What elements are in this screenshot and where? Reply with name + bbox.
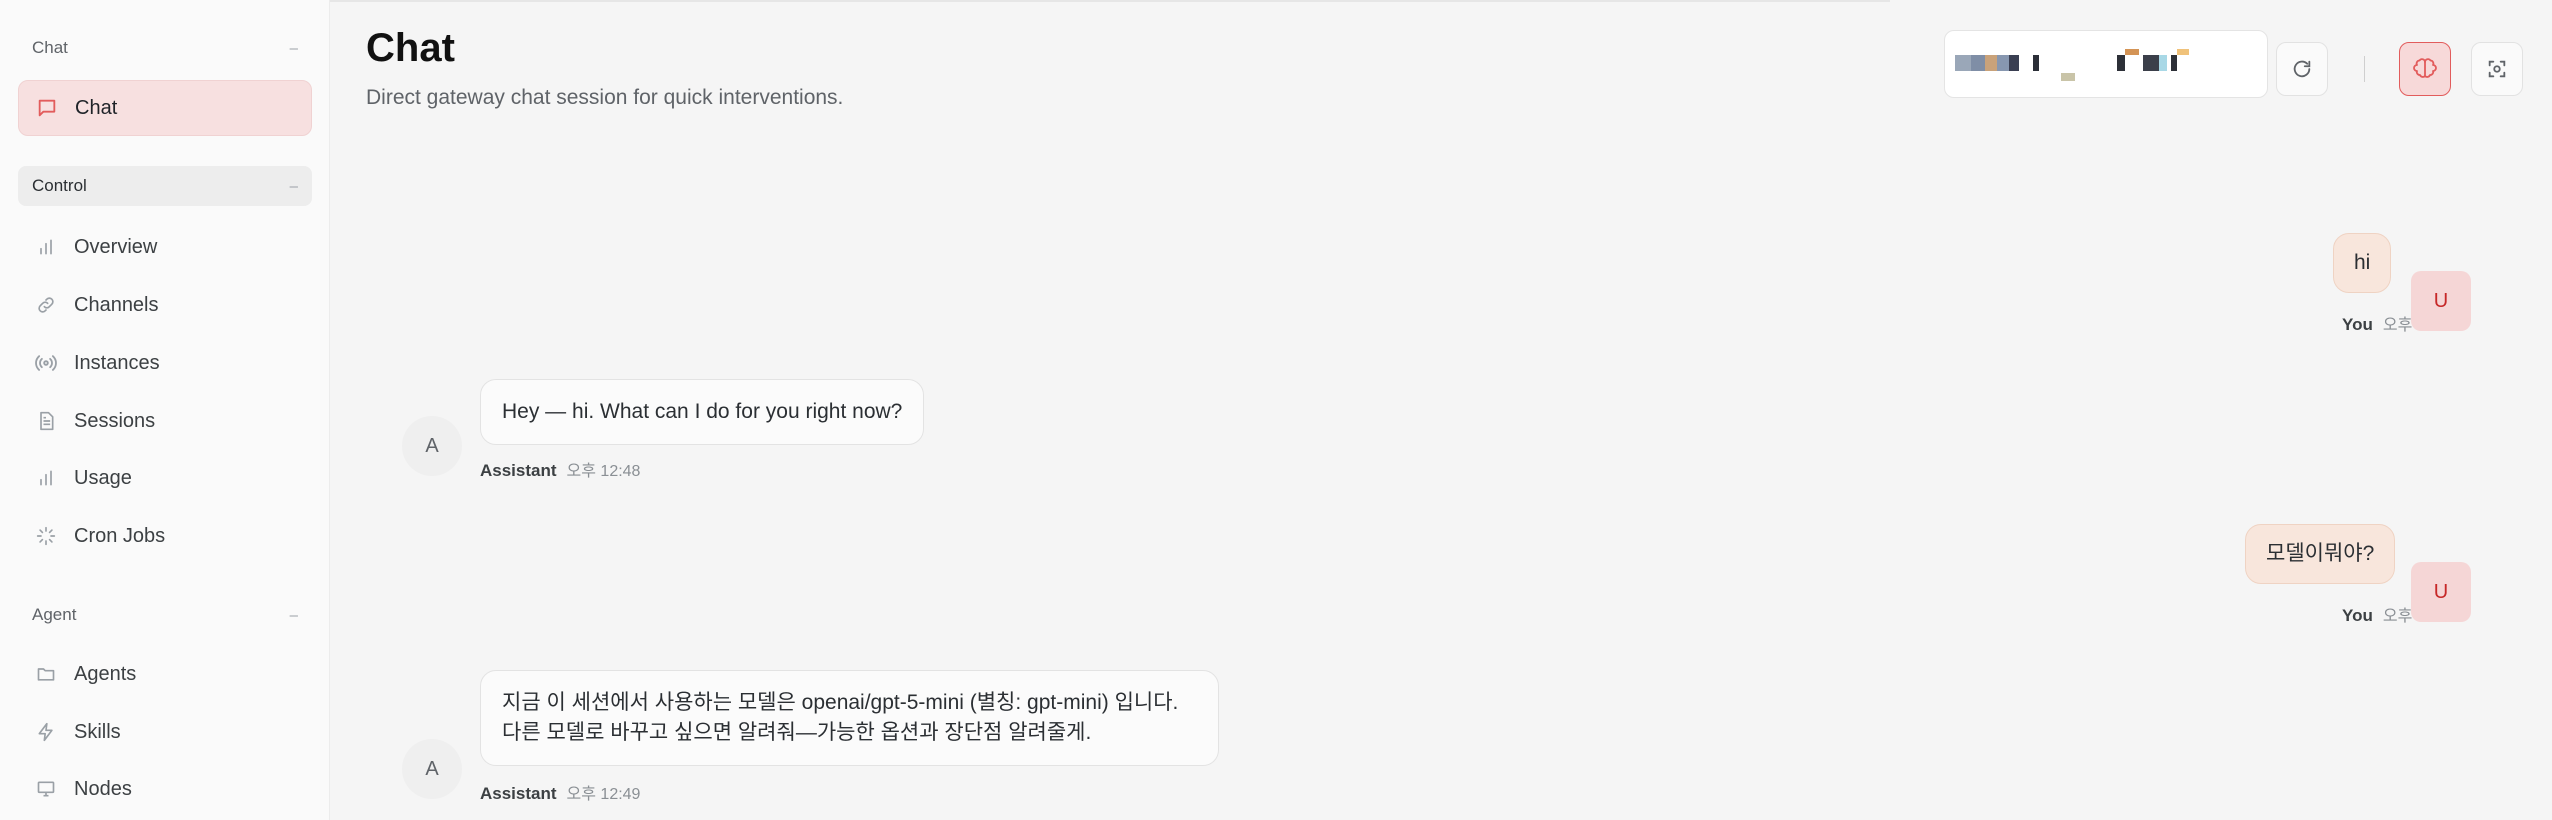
radio-icon bbox=[34, 351, 58, 375]
toolbar-divider bbox=[2364, 56, 2365, 82]
brain-icon bbox=[2413, 57, 2437, 81]
assistant-message-bubble: Hey — hi. What can I do for you right no… bbox=[480, 379, 925, 445]
sidebar-item-label: Skills bbox=[74, 720, 121, 743]
folder-icon bbox=[34, 662, 58, 686]
sidebar-item-sessions[interactable]: Sessions bbox=[18, 393, 312, 449]
sender-name: Assistant bbox=[480, 784, 557, 803]
user-message-bubble: hi bbox=[2333, 233, 2392, 293]
message-text: hi bbox=[2354, 251, 2371, 274]
zap-icon bbox=[34, 720, 58, 744]
message-time: 오후 12:49 bbox=[566, 786, 641, 803]
assistant-avatar: A bbox=[402, 416, 462, 476]
divider bbox=[330, 0, 1890, 2]
refresh-button[interactable] bbox=[2276, 42, 2328, 96]
group-label: Agent bbox=[32, 605, 77, 624]
sidebar-item-channels[interactable]: Channels bbox=[18, 277, 312, 333]
sender-name: Assistant bbox=[480, 461, 557, 480]
focus-mode-button[interactable] bbox=[2471, 42, 2523, 96]
collapse-icon[interactable]: – bbox=[290, 178, 298, 195]
focus-icon bbox=[2486, 58, 2508, 80]
sender-name: You bbox=[2342, 606, 2373, 625]
sidebar-item-usage[interactable]: Usage bbox=[18, 450, 312, 506]
sidebar: Chat – Chat Control – Overview Channels bbox=[0, 0, 330, 820]
file-text-icon bbox=[34, 409, 58, 433]
assistant-message-bubble: 지금 이 세션에서 사용하는 모델은 openai/gpt-5-mini (별칭… bbox=[480, 670, 1219, 766]
main-content: Chat Direct gateway chat session for qui… bbox=[330, 0, 2552, 820]
group-header-agent[interactable]: Agent – bbox=[18, 595, 312, 635]
session-select[interactable] bbox=[1944, 30, 2268, 98]
group-header-control[interactable]: Control – bbox=[18, 166, 312, 206]
group-label: Control bbox=[32, 176, 87, 195]
assistant-avatar: A bbox=[402, 739, 462, 799]
sender-name: You bbox=[2342, 315, 2373, 334]
user-message-bubble: 모델이뭐야? bbox=[2245, 524, 2396, 584]
sidebar-item-chat[interactable]: Chat bbox=[18, 80, 312, 136]
sidebar-item-nodes[interactable]: Nodes bbox=[18, 761, 312, 817]
sidebar-item-cron-jobs[interactable]: Cron Jobs bbox=[18, 508, 312, 564]
sidebar-item-label: Agents bbox=[74, 662, 137, 685]
sidebar-item-label: Sessions bbox=[74, 409, 156, 432]
sidebar-item-overview[interactable]: Overview bbox=[18, 219, 312, 275]
message-square-icon bbox=[35, 96, 59, 120]
message-text: 모델이뭐야? bbox=[2266, 542, 2375, 565]
collapse-icon[interactable]: – bbox=[290, 607, 298, 624]
user-avatar: U bbox=[2411, 562, 2471, 622]
sidebar-item-label: Nodes bbox=[74, 777, 132, 800]
sidebar-item-label: Instances bbox=[74, 351, 160, 374]
sidebar-item-skills[interactable]: Skills bbox=[18, 704, 312, 760]
thinking-toggle-button[interactable] bbox=[2399, 42, 2451, 96]
bar-chart-icon bbox=[34, 466, 58, 490]
group-header-chat[interactable]: Chat – bbox=[18, 28, 312, 68]
sidebar-item-label: Usage bbox=[74, 466, 132, 489]
sidebar-item-label: Chat bbox=[75, 96, 118, 119]
sidebar-item-agents[interactable]: Agents bbox=[18, 646, 312, 702]
message-text-line: 다른 모델로 바꾸고 싶으면 알려줘—가능한 옵션과 장단점 알려줄게. bbox=[502, 721, 1092, 744]
sidebar-item-label: Channels bbox=[74, 293, 159, 316]
group-label: Chat bbox=[32, 38, 68, 57]
sidebar-item-label: Cron Jobs bbox=[74, 524, 166, 547]
sidebar-item-label: Overview bbox=[74, 235, 158, 258]
message-time: 오후 12:48 bbox=[566, 463, 641, 480]
page-subtitle: Direct gateway chat session for quick in… bbox=[366, 86, 844, 109]
monitor-icon bbox=[34, 777, 58, 801]
loader-icon bbox=[34, 524, 58, 548]
collapse-icon[interactable]: – bbox=[290, 40, 298, 57]
bar-chart-icon bbox=[34, 235, 58, 259]
page-title: Chat bbox=[366, 26, 455, 70]
message-meta: Assistant 오후 12:49 bbox=[480, 780, 640, 804]
sidebar-item-instances[interactable]: Instances bbox=[18, 335, 312, 391]
message-text: Hey — hi. What can I do for you right no… bbox=[502, 400, 903, 423]
message-meta: Assistant 오후 12:48 bbox=[480, 457, 640, 481]
message-text-line: 지금 이 세션에서 사용하는 모델은 openai/gpt-5-mini (별칭… bbox=[502, 691, 1179, 714]
link-icon bbox=[34, 293, 58, 317]
user-avatar: U bbox=[2411, 271, 2471, 331]
refresh-icon bbox=[2291, 58, 2313, 80]
